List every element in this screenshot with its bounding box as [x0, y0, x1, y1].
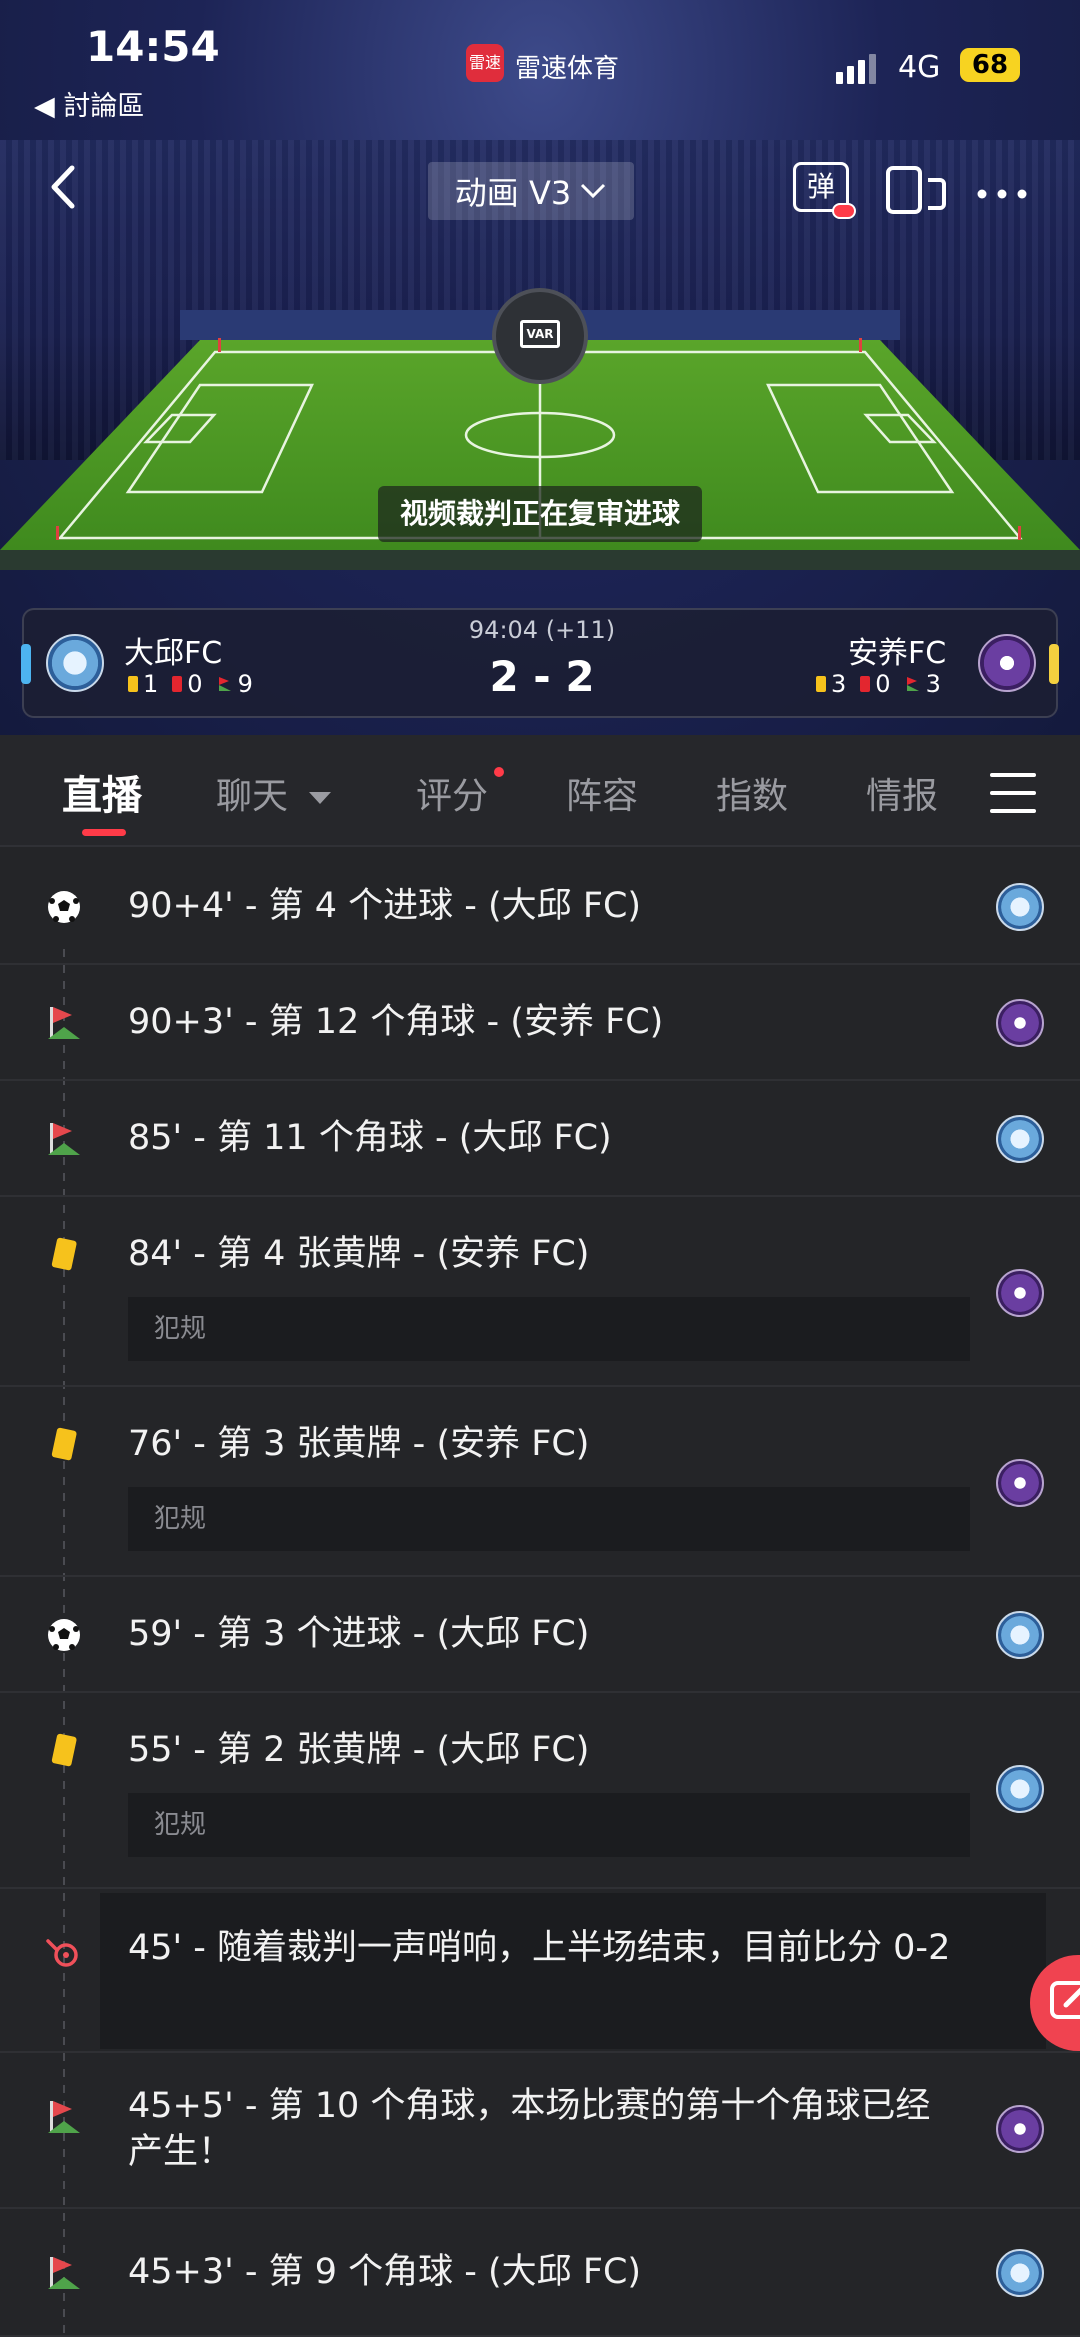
var-button[interactable]: VAR [492, 288, 588, 384]
chevron-left-icon [51, 165, 75, 209]
yellow-card-icon [51, 1237, 77, 1271]
status-time: 14:54 [86, 22, 220, 71]
back-button[interactable] [44, 162, 84, 212]
event-item[interactable]: 45+5' - 第 10 个角球，本场比赛的第十个角球已经产生！ [0, 2053, 1080, 2209]
tab-lineup[interactable]: 阵容 [566, 767, 638, 819]
team-crest [996, 1459, 1044, 1507]
event-item[interactable]: 55' - 第 2 张黄牌 - (大邱 FC) 犯规 [0, 1693, 1080, 1889]
tab-intel[interactable]: 情报 [866, 767, 938, 819]
red-card-icon [860, 676, 871, 692]
away-team-crest[interactable] [978, 634, 1036, 692]
var-review-message: 视频裁判正在复审进球 [378, 486, 702, 542]
halftime-card [100, 1893, 1046, 2049]
live-event-list: 90+4' - 第 4 个进球 - (大邱 FC) 90+3' - 第 12 个… [0, 849, 1080, 2337]
toggle-on-indicator [832, 203, 856, 219]
team-crest [996, 1115, 1044, 1163]
corner-flag-icon [48, 2257, 80, 2289]
network-type: 4G [898, 50, 941, 85]
away-team-stats: 3 0 3 [816, 670, 941, 698]
stadium-animation: 14:54 ◀ 討論區 雷速 雷速体育 4G 68 动画 V3 弹 VAR 视频… [0, 0, 1080, 735]
event-item[interactable]: 45+3' - 第 9 个角球 - (大邱 FC) [0, 2209, 1080, 2337]
event-text: 55' - 第 2 张黄牌 - (大邱 FC) [128, 1730, 590, 1770]
yellow-card-icon [51, 1733, 77, 1767]
hamburger-menu-icon[interactable] [990, 773, 1036, 813]
away-side-marker [1049, 644, 1059, 684]
tab-chat[interactable]: 聊天 [216, 767, 333, 819]
active-tab-indicator [82, 829, 126, 836]
caret-down-icon [309, 792, 332, 804]
corner-flag-icon [906, 677, 919, 691]
animation-version-label: 动画 V3 [454, 174, 572, 212]
away-team-name[interactable]: 安养FC [848, 628, 946, 672]
team-crest [996, 1765, 1044, 1813]
event-text: 59' - 第 3 个进球 - (大邱 FC) [128, 1614, 590, 1654]
team-crest [996, 2249, 1044, 2297]
tab-live[interactable]: 直播 [62, 763, 142, 821]
event-item[interactable]: 90+3' - 第 12 个角球 - (安养 FC) [0, 965, 1080, 1081]
event-item[interactable]: 85' - 第 11 个角球 - (大邱 FC) [0, 1081, 1080, 1197]
soccer-ball-icon [48, 891, 80, 923]
event-item[interactable]: 59' - 第 3 个进球 - (大邱 FC) [0, 1577, 1080, 1693]
tab-odds[interactable]: 指数 [716, 767, 788, 819]
event-item[interactable]: 90+4' - 第 4 个进球 - (大邱 FC) [0, 849, 1080, 965]
yellow-card-icon [816, 676, 826, 692]
team-crest [996, 883, 1044, 931]
event-text: 45' - 随着裁判一声哨响，上半场结束，目前比分 0-2 [128, 1928, 951, 1968]
more-menu-button[interactable] [974, 168, 1030, 214]
tab-chat-label: 聊天 [216, 776, 289, 817]
event-detail: 犯规 [128, 1487, 970, 1551]
away-red-count: 0 [875, 670, 891, 698]
event-text: 85' - 第 11 个角球 - (大邱 FC) [128, 1118, 612, 1158]
tab-rating[interactable]: 评分 [416, 767, 488, 819]
away-yellow-count: 3 [831, 670, 847, 698]
event-item[interactable]: 84' - 第 4 张黄牌 - (安养 FC) 犯规 [0, 1197, 1080, 1387]
team-crest [996, 999, 1044, 1047]
back-to-app-link[interactable]: ◀ 討論區 [34, 84, 144, 123]
var-icon: VAR [520, 320, 560, 348]
team-crest [996, 1269, 1044, 1317]
event-text: 76' - 第 3 张黄牌 - (安养 FC) [128, 1424, 590, 1464]
tab-bar: 直播 聊天 评分 阵容 指数 情报 [0, 735, 1080, 847]
away-corner-count: 3 [925, 670, 941, 698]
soccer-ball-icon [48, 1619, 80, 1651]
event-text: 90+4' - 第 4 个进球 - (大邱 FC) [128, 886, 642, 926]
score-bar: 大邱FC 1 0 9 94:04 (+11) 2 - 2 安养FC 3 0 3 [21, 608, 1059, 718]
signal-icon [836, 54, 880, 84]
status-bar: 14:54 ◀ 討論區 雷速 雷速体育 4G 68 [0, 0, 1080, 130]
whistle-icon [46, 1939, 78, 1967]
top-nav: 动画 V3 弹 [0, 150, 1080, 230]
more-dots-icon [977, 189, 1027, 199]
yellow-card-icon [51, 1427, 77, 1461]
corner-flag-icon [48, 1007, 80, 1039]
event-text: 45+5' - 第 10 个角球，本场比赛的第十个角球已经产生！ [128, 2086, 931, 2172]
event-text: 45+3' - 第 9 个角球 - (大邱 FC) [128, 2252, 642, 2292]
device-switch-icon [886, 166, 946, 214]
event-text: 84' - 第 4 张黄牌 - (安养 FC) [128, 1234, 590, 1274]
app-logo: 雷速 [466, 44, 504, 82]
event-item-halftime[interactable]: 45' - 随着裁判一声哨响，上半场结束，目前比分 0-2 [0, 1889, 1080, 2053]
danmu-toggle[interactable]: 弹 [793, 162, 856, 219]
screen-switch-button[interactable] [884, 164, 948, 216]
animation-version-select[interactable]: 动画 V3 [428, 162, 634, 220]
edit-icon [1050, 1981, 1080, 2019]
team-crest [996, 1611, 1044, 1659]
battery-level: 68 [960, 48, 1020, 82]
team-crest [996, 2105, 1044, 2153]
event-item[interactable]: 76' - 第 3 张黄牌 - (安养 FC) 犯规 [0, 1387, 1080, 1577]
app-name: 雷速体育 [515, 54, 620, 84]
event-detail: 犯规 [128, 1793, 970, 1857]
corner-flag-icon [48, 1123, 80, 1155]
live-match-screen: 14:54 ◀ 討論區 雷速 雷速体育 4G 68 动画 V3 弹 VAR 视频… [0, 0, 1080, 2337]
chevron-down-icon [581, 183, 606, 199]
rating-badge-dot [494, 767, 504, 777]
event-text: 90+3' - 第 12 个角球 - (安养 FC) [128, 1002, 664, 1042]
danmu-label: 弹 [806, 170, 835, 203]
event-detail: 犯规 [128, 1297, 970, 1361]
corner-flag-icon [48, 2101, 80, 2133]
